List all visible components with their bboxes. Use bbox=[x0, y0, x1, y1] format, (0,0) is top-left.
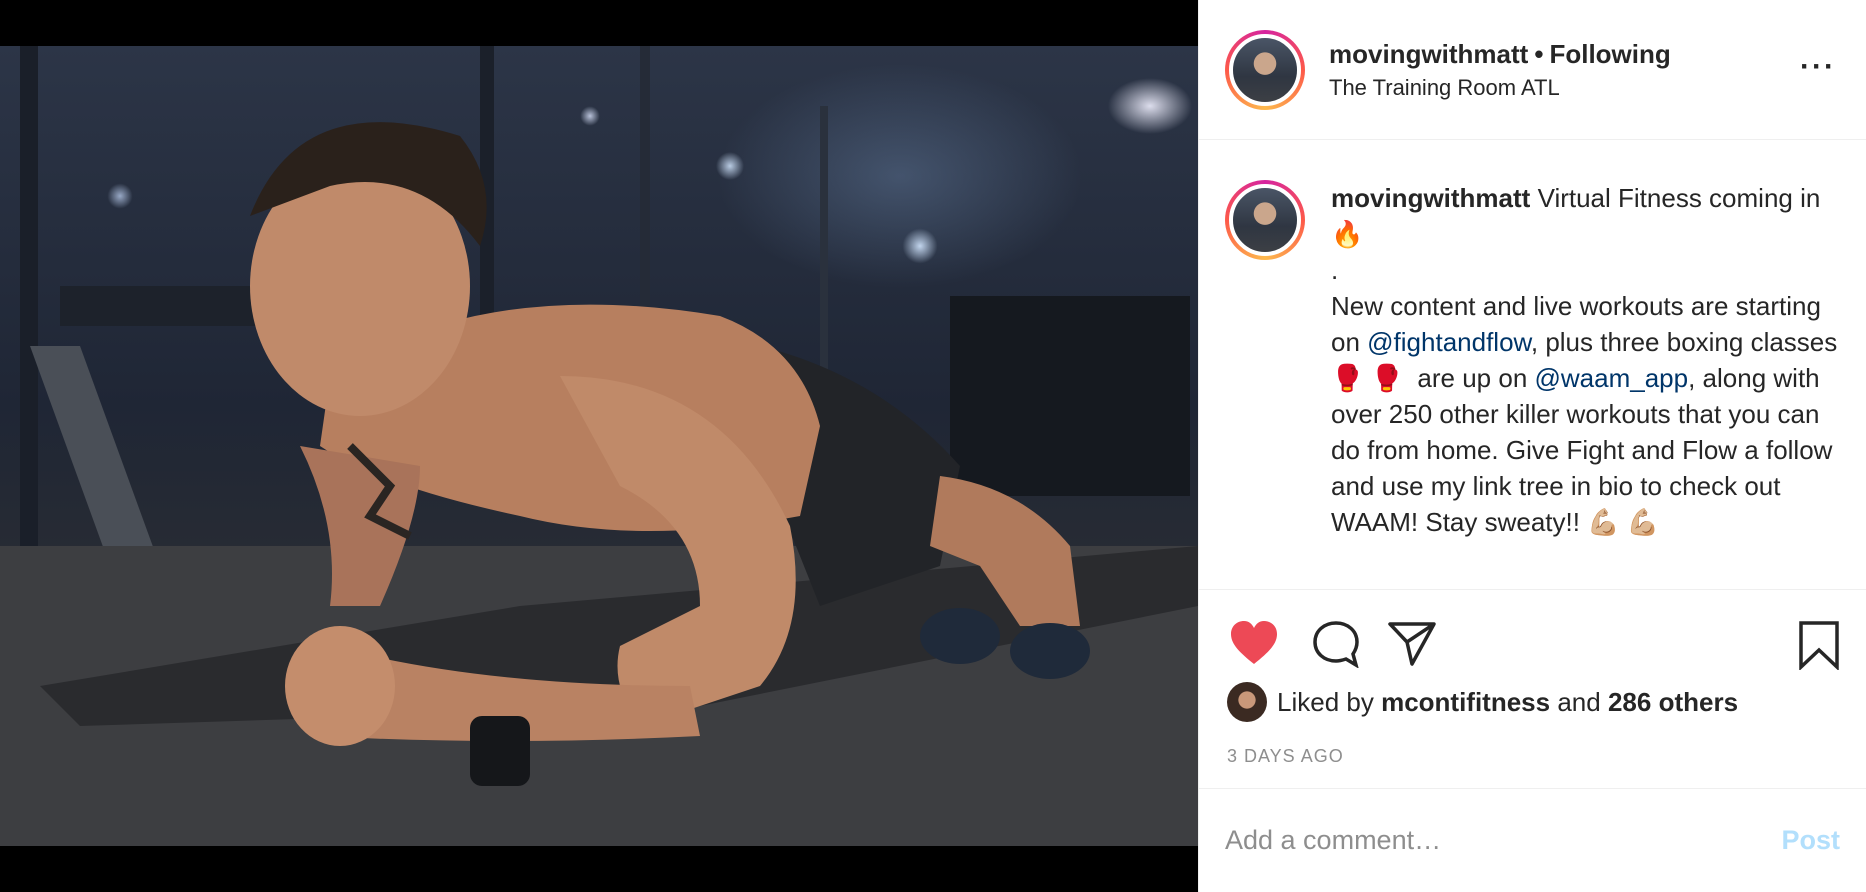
instagram-post: movingwithmatt • Following The Training Ro… bbox=[0, 0, 1866, 892]
liker-avatar[interactable] bbox=[1227, 682, 1267, 722]
liker-username[interactable]: mcontifitness bbox=[1381, 687, 1550, 718]
author-avatar-image bbox=[1229, 33, 1301, 106]
caption-area: movingwithmatt Virtual Fitness coming in… bbox=[1199, 140, 1866, 590]
likes-summary: Liked by mcontifitness and 286 others bbox=[1199, 680, 1866, 724]
post-comment-button[interactable]: Post bbox=[1781, 825, 1840, 856]
action-bar bbox=[1199, 590, 1866, 680]
paper-plane-icon[interactable] bbox=[1387, 620, 1437, 671]
post-media[interactable] bbox=[0, 0, 1198, 892]
comment-input[interactable] bbox=[1225, 825, 1782, 856]
liked-by-text: Liked by bbox=[1277, 686, 1374, 717]
comment-icon[interactable] bbox=[1311, 620, 1361, 673]
photo-illustration bbox=[0, 46, 1198, 846]
post-photo[interactable] bbox=[0, 46, 1198, 846]
author-username[interactable]: movingwithmatt bbox=[1329, 39, 1528, 69]
caption-avatar-image bbox=[1229, 184, 1301, 256]
comment-bar: Post bbox=[1199, 788, 1866, 892]
post-header: movingwithmatt • Following The Training Ro… bbox=[1199, 0, 1866, 140]
likes-and: and bbox=[1557, 686, 1601, 717]
caption-username[interactable]: movingwithmatt bbox=[1331, 183, 1530, 213]
bookmark-icon[interactable] bbox=[1798, 620, 1840, 675]
heart-filled-icon[interactable] bbox=[1229, 620, 1279, 671]
more-horizontal-icon[interactable]: ··· bbox=[1800, 52, 1836, 82]
likes-others-link[interactable]: 286 others bbox=[1608, 687, 1738, 718]
author-line: movingwithmatt • Following bbox=[1329, 38, 1671, 70]
post-caption: movingwithmatt Virtual Fitness coming in… bbox=[1331, 180, 1840, 589]
author-avatar[interactable] bbox=[1225, 29, 1305, 110]
caption-line2: . bbox=[1331, 255, 1339, 285]
following-button[interactable]: Following bbox=[1549, 39, 1670, 69]
separator-dot: • bbox=[1534, 38, 1544, 69]
post-location[interactable]: The Training Room ATL bbox=[1329, 74, 1671, 102]
author-info: movingwithmatt • Following The Training Ro… bbox=[1329, 38, 1671, 102]
mention-fightandflow[interactable]: @fightandflow bbox=[1367, 327, 1531, 357]
mention-waam-app[interactable]: @waam_app bbox=[1535, 363, 1689, 393]
post-details-panel: movingwithmatt • Following The Training Ro… bbox=[1198, 0, 1866, 892]
post-timestamp[interactable]: 3 DAYS AGO bbox=[1199, 736, 1866, 776]
caption-avatar[interactable] bbox=[1225, 180, 1305, 260]
